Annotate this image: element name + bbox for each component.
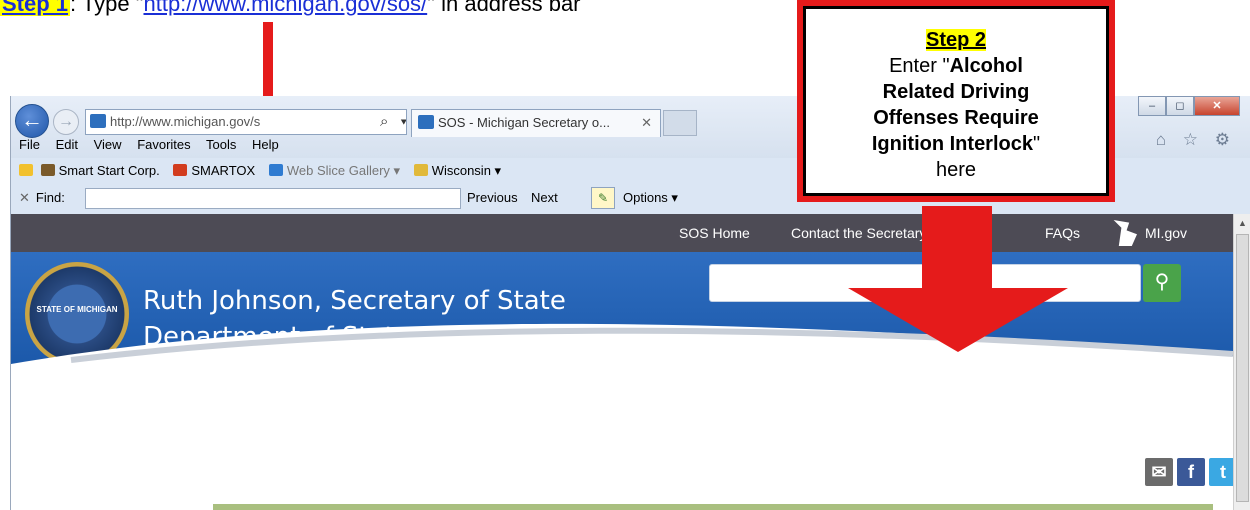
- fav-item-smartox[interactable]: SMARTOX: [173, 163, 255, 178]
- maximize-button[interactable]: ◻: [1166, 96, 1194, 116]
- find-highlight-pencil-icon[interactable]: ✎: [591, 187, 615, 209]
- step1-text-after: " in address bar: [427, 0, 581, 16]
- fav-label-smartox: SMARTOX: [191, 163, 256, 178]
- nav-faqs[interactable]: FAQs: [1045, 214, 1080, 252]
- address-url: http://www.michigan.gov/s: [110, 114, 261, 129]
- new-tab-button[interactable]: [663, 110, 697, 136]
- step2-phrase-1: Alcohol: [949, 55, 1023, 77]
- window-controls: ‒ ◻ ✕: [1138, 96, 1240, 116]
- find-previous-button[interactable]: Previous: [467, 184, 518, 212]
- step2-arrow-shaft: [922, 206, 992, 290]
- site-subtitle: Department of State: [143, 322, 411, 352]
- forward-button[interactable]: →: [53, 109, 79, 135]
- site-title: Ruth Johnson, Secretary of State: [143, 286, 566, 316]
- site-favicon-icon: [90, 114, 106, 128]
- favorites-star-icon[interactable]: [19, 164, 33, 176]
- step2-arrow-head: [848, 288, 1068, 352]
- menu-tools[interactable]: Tools: [206, 137, 236, 152]
- email-share-icon[interactable]: ✉: [1145, 458, 1173, 486]
- menu-bar: File Edit View Favorites Tools Help: [11, 134, 291, 156]
- tab-favicon-icon: [418, 115, 434, 129]
- facebook-icon[interactable]: f: [1177, 458, 1205, 486]
- step2-close-quote: ": [1033, 133, 1041, 155]
- fav-item-web-slice[interactable]: Web Slice Gallery ▾: [268, 163, 401, 178]
- fav-label-web-slice: Web Slice Gallery ▾: [286, 163, 401, 178]
- menu-help[interactable]: Help: [252, 137, 279, 152]
- web-slice-icon: [268, 164, 283, 176]
- content-divider: [213, 504, 1213, 510]
- site-top-nav: SOS Home Contact the Secretary of State …: [11, 214, 1233, 252]
- tab-title: SOS - Michigan Secretary o...: [438, 115, 610, 130]
- step1-tag: Step 1: [0, 0, 71, 16]
- step2-phrase-3: Offenses Require: [873, 107, 1039, 129]
- close-window-button[interactable]: ✕: [1194, 96, 1240, 116]
- find-label: Find:: [35, 190, 65, 205]
- menu-favorites[interactable]: Favorites: [137, 137, 190, 152]
- home-favorites-settings-icons[interactable]: ⌂ ☆ ⚙: [1156, 130, 1236, 150]
- step2-phrase-4: Ignition Interlock: [871, 133, 1033, 155]
- find-options-button[interactable]: Options ▾: [623, 184, 678, 212]
- smartox-icon: [173, 164, 188, 176]
- find-input[interactable]: [85, 188, 461, 209]
- step2-callout-body: Step 2 Enter "Alcohol Related Driving Of…: [803, 6, 1109, 196]
- minimize-button[interactable]: ‒: [1138, 96, 1166, 116]
- step2-tag: Step 2: [925, 29, 987, 51]
- address-bar[interactable]: http://www.michigan.gov/s ⌕ ▾ ↻ ✕: [85, 109, 407, 135]
- seal-text: STATE OF MICHIGAN: [36, 305, 118, 314]
- scroll-up-icon[interactable]: ▲: [1238, 218, 1247, 228]
- tab-sos[interactable]: SOS - Michigan Secretary o... ✕: [411, 109, 661, 137]
- nav-sos-home[interactable]: SOS Home: [679, 214, 750, 252]
- nav-migov[interactable]: MI.gov: [1145, 214, 1187, 252]
- twitter-icon[interactable]: t: [1209, 458, 1233, 486]
- state-seal-logo: STATE OF MICHIGAN: [25, 262, 129, 366]
- fav-item-smart-start[interactable]: Smart Start Corp.: [40, 163, 160, 178]
- step2-enter: Enter ": [889, 55, 950, 77]
- menu-view[interactable]: View: [94, 137, 122, 152]
- michigan-map-icon: [1113, 220, 1137, 246]
- scrollbar-thumb[interactable]: [1236, 234, 1249, 502]
- fav-label-wisconsin: Wisconsin ▾: [431, 163, 502, 178]
- step2-here: here: [935, 159, 977, 181]
- search-button[interactable]: ⚲: [1143, 264, 1181, 302]
- web-page: SOS Home Contact the Secretary of State …: [11, 214, 1233, 510]
- step1-caption: Step 1: Type "http://www.michigan.gov/so…: [0, 0, 581, 17]
- menu-file[interactable]: File: [19, 137, 40, 152]
- find-close-icon[interactable]: ✕: [19, 190, 30, 205]
- step1-url-link[interactable]: http://www.michigan.gov/sos/: [143, 0, 427, 16]
- tab-close-icon[interactable]: ✕: [641, 110, 652, 136]
- step1-text-before: : Type ": [70, 0, 144, 16]
- address-tools-icons[interactable]: ⌕ ▾ ↻ ✕: [376, 110, 406, 134]
- step2-phrase-2: Related Driving: [882, 81, 1030, 103]
- folder-icon: [413, 164, 428, 176]
- find-next-button[interactable]: Next: [531, 184, 558, 212]
- step2-callout: Step 2 Enter "Alcohol Related Driving Of…: [797, 0, 1115, 202]
- menu-edit[interactable]: Edit: [56, 137, 78, 152]
- vertical-scrollbar[interactable]: ▲: [1233, 214, 1250, 510]
- search-icon: ⚲: [1154, 271, 1170, 293]
- smart-start-icon: [40, 164, 55, 176]
- fav-label-smart-start: Smart Start Corp.: [58, 163, 160, 178]
- back-button[interactable]: ←: [15, 104, 49, 138]
- fav-item-wisconsin[interactable]: Wisconsin ▾: [413, 163, 502, 178]
- step1-arrow-shaft: [263, 22, 273, 100]
